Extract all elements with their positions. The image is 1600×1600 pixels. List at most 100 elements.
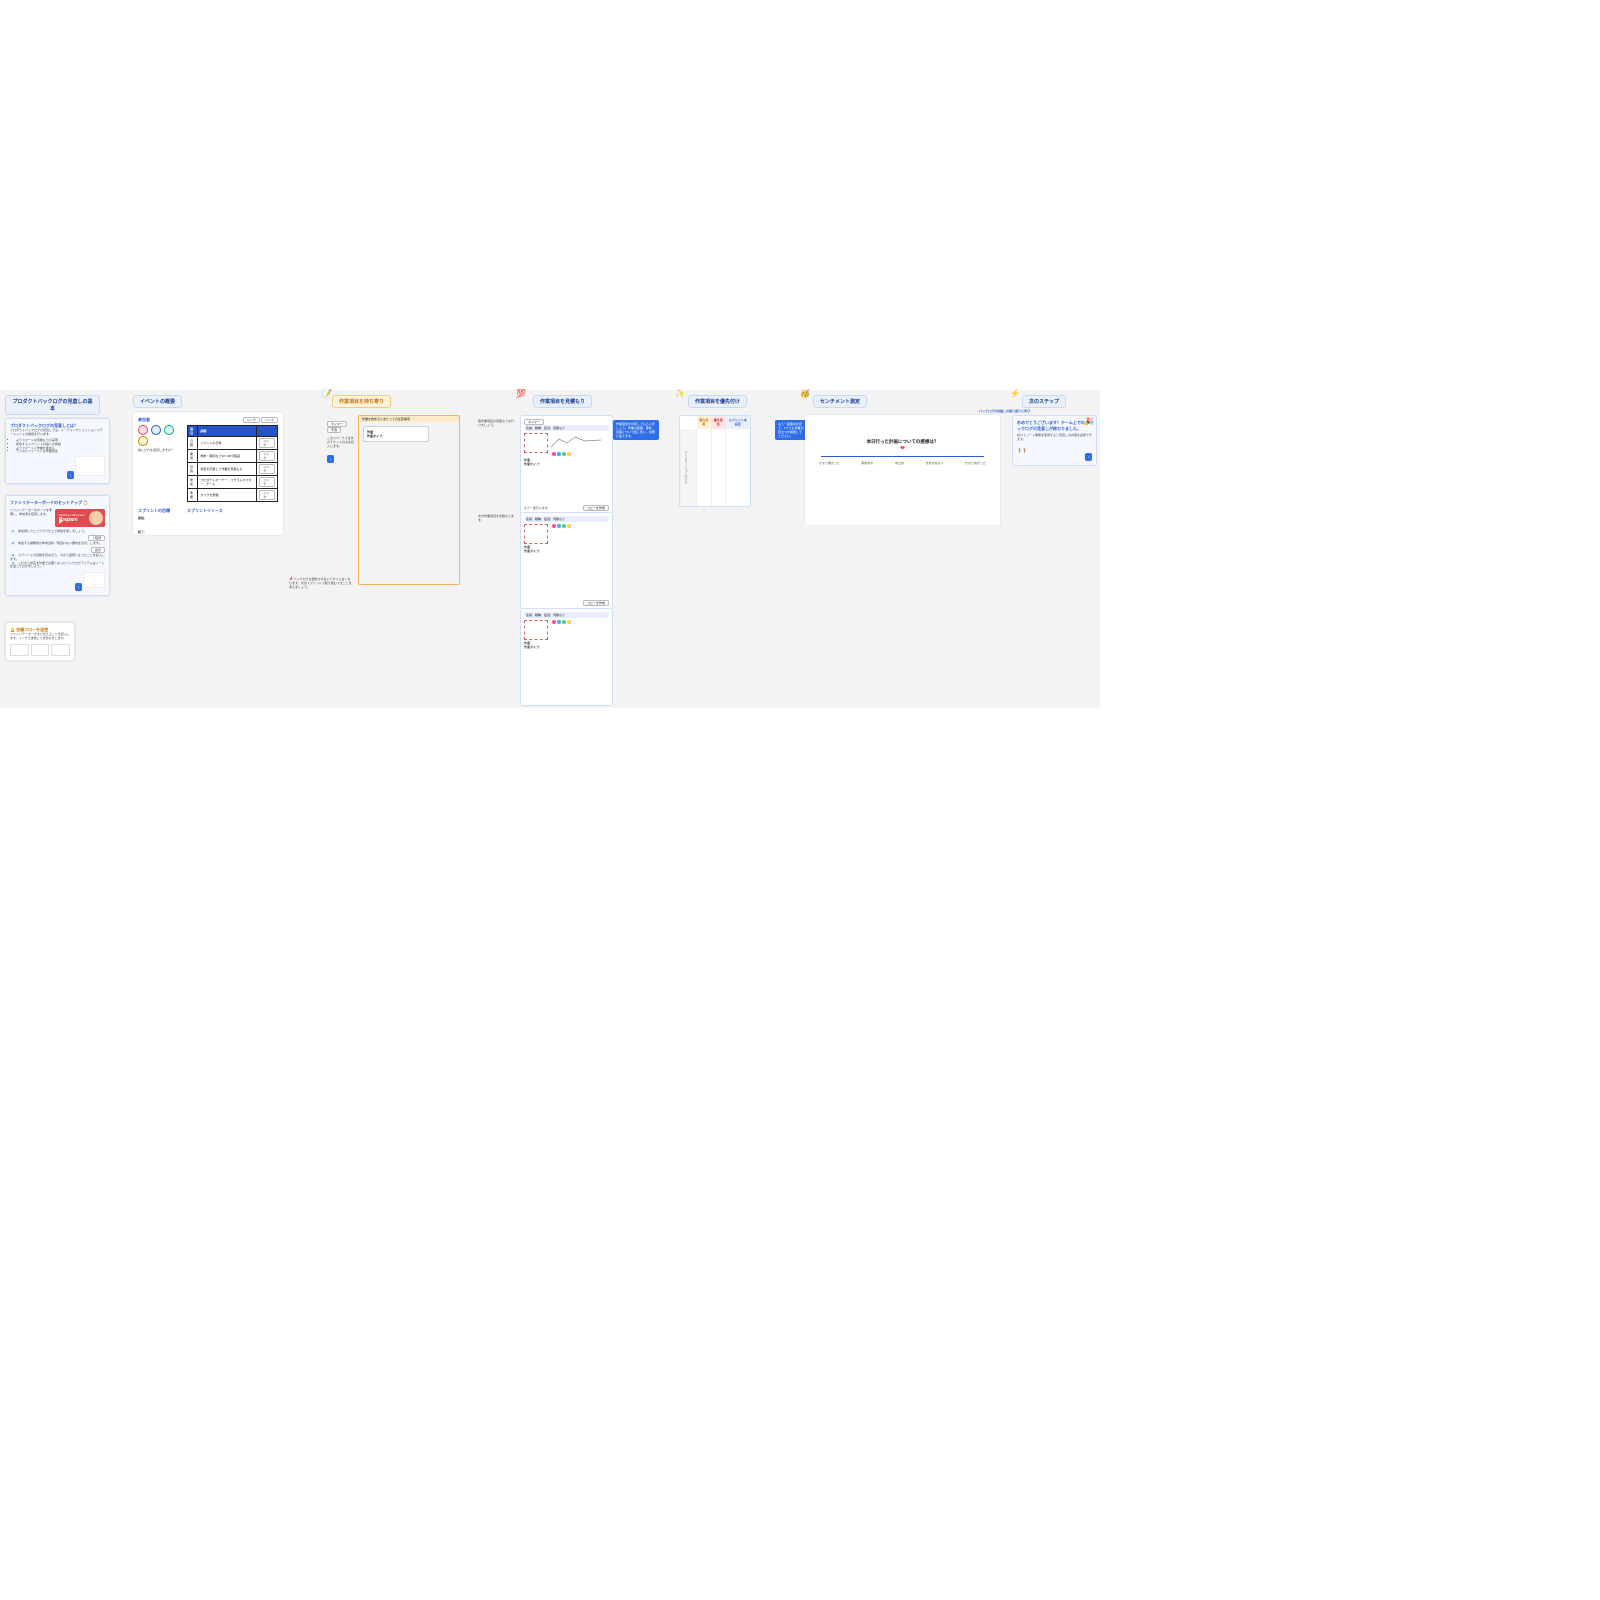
avatar-icon (89, 511, 103, 525)
link-button[interactable]: リンク (259, 490, 275, 500)
duplicate-button[interactable]: コピーを作成 (583, 505, 609, 511)
end-label: 終了： (138, 530, 147, 534)
thumb-icon (83, 572, 105, 588)
link-button[interactable]: リンク (259, 438, 275, 448)
pill-prioritize: 作業項目を優先付け (688, 395, 747, 408)
tip-icon: i (67, 471, 74, 479)
work-item-card[interactable]: 作業： 作業タイプ： (363, 426, 429, 442)
side-label: ディスカッションのメモ (682, 449, 690, 486)
sentiment-track[interactable] (821, 456, 984, 457)
step-1: 1参加者にウェブブラウザ上で参加を促しましょう。 (10, 530, 105, 534)
drop-high[interactable] (697, 429, 712, 506)
mini-thumbs (10, 644, 70, 656)
card-what-is-refinement: プロダクトバックログの見直しとは？ プロダクトバックログの見直しでは、ミーティン… (5, 418, 110, 484)
party-emoji-icon: 🥳 (800, 390, 810, 398)
mini-preview: i (10, 572, 105, 591)
hundred-emoji-icon: 💯 (516, 390, 526, 398)
label-type: 作業タイプ： (367, 434, 385, 438)
promo-text: ファシリテーターのボードを準備し、参加者を招待します。 (10, 509, 52, 527)
event-table: 項目詳細 日時イベントの日時リンク 期間端末・時間など30〜60分程度リンク 目… (187, 425, 278, 502)
drop-unset[interactable] (726, 429, 751, 506)
heart-icon[interactable]: ❤ (815, 445, 990, 452)
estimate-card-3[interactable]: 名前：職種：役割：見積もり 作業：作業タイプ： (520, 608, 613, 706)
participants-hint: 他にだれを招待しますか？ (138, 449, 183, 453)
section-next-header: 次のステップ (1022, 395, 1066, 408)
promo-row: ファシリテーターのボードを準備し、参加者を招待します。 Backlog refi… (10, 509, 105, 527)
vote-dots[interactable] (551, 620, 571, 640)
section-prioritize-header: 作業項目を優先付け (688, 395, 747, 408)
participants-title: 参加者 (138, 417, 183, 423)
predict-button[interactable]: 予測 (327, 427, 341, 433)
priority-panel[interactable]: 優先度高 優先度低 スプリント未設定 ディスカッションのメモ (679, 415, 751, 507)
work-tile[interactable] (524, 524, 548, 544)
timer-button[interactable]: タイマー (524, 419, 544, 425)
goal-title: スプリントの目標 (138, 508, 183, 514)
estimate-header: 名前：職種：役割：見積もり (524, 425, 609, 431)
pill-sentiment: センチメント測定 (813, 395, 867, 408)
tada-emoji-icon: 🎉 (1084, 418, 1094, 426)
th: 項目 (188, 426, 198, 437)
duplicate-button[interactable]: コピーを作成 (583, 600, 609, 606)
estimate-header: 名前：職種：役割：見積もり (524, 612, 609, 618)
link-button-2[interactable]: リンク (261, 417, 278, 423)
tip-prioritize: もう一度優先を見て、1つでも作業が目立つか確認してください。 (775, 420, 807, 440)
tip-icon: i (75, 583, 82, 591)
illustration-small: i (10, 456, 105, 479)
col-high: 優先度高 (697, 416, 712, 429)
col-low: 優先度低 (711, 416, 726, 429)
next-title: おめでとうございます！テーム上でのバックログの見直しが終わりました。 (1017, 420, 1092, 432)
estimate-header: 名前：職種：役割：見積もり (524, 516, 609, 522)
estimate-card-1[interactable]: タイマー 名前：職種：役割：見積もり 作業：作業タイプ： もう一度行います コピ… (520, 415, 613, 515)
thumb-icon (75, 456, 105, 476)
sentiment-panel: 本日行った計画についての感想は？ ❤ かなり悪かった 期待外れ 中立的 まあまあ… (805, 415, 1000, 525)
bullet: デジタルファーストな作業環境 (16, 450, 105, 454)
tip-estimate: 作業項目を共有してもらいましょう。作業の範囲、要件、目標について話し合い、質問に… (613, 420, 659, 440)
section-estimate-header: 作業項目を見積もり (533, 395, 592, 408)
thumb (51, 644, 70, 656)
step-4: 4これから見直す作業で必要となったバックログアイテムはノートを貼っておきましょう… (10, 562, 105, 570)
sentiment-caption: バックログの見直しの振り返りと学び (979, 410, 1030, 414)
thumb (31, 644, 50, 656)
memo-emoji-icon: 📝 (322, 390, 332, 398)
pill-next: 次のステップ (1022, 395, 1066, 408)
section-basics-header: プロダクトバックログの見直しの基本 (5, 395, 100, 415)
link-button[interactable]: リンク (259, 451, 275, 461)
sparkle-emoji-icon: ✨ (675, 390, 685, 398)
promo-tile: Backlog refinement Prepare (55, 509, 105, 527)
side-controls: タイマー 予測 このスペースでは次のチケットのみを記入します。 i (327, 421, 355, 463)
bullet-list: よりスマートな見積もりの実現 成功するスプリント計画への貢献 よりスマートに作業… (10, 439, 105, 455)
link-button[interactable]: リンク (259, 477, 275, 487)
card-body: ファシリテーターがまだ伝えることを記入します。リンクで送信してお知らせします。 (10, 633, 70, 641)
memo-icon: 📋 (83, 500, 88, 505)
whiteboard-canvas[interactable]: プロダクトバックログの見直しの基本 プロダクトバックログの見直しとは？ プロダク… (0, 390, 1100, 708)
card-body: プロダクトバックログの見直しでは、ミーティングとミッションステートメントの確認を… (10, 429, 105, 437)
estimate-note-2: 次の作業項目を見積もります。 (478, 515, 516, 523)
card-title: ファシリテーターボードのセットアップ 📋 (10, 500, 105, 506)
step-2: 2参加する被験者の参考資料「間違わない要約を表示」します。 (10, 542, 105, 546)
tip-icon: i (327, 455, 334, 463)
vote-dots[interactable] (551, 452, 571, 457)
sentiment-scale: かなり悪かった 期待外れ 中立的 まあまあよい かなり良かった (819, 461, 986, 465)
resources-title: スプリントリソース (187, 508, 278, 514)
pill-event: イベントの概要 (133, 395, 182, 408)
repeat-note: もう一度行います (524, 507, 548, 511)
pill-estimate: 作業項目を見積もり (533, 395, 592, 408)
card-event-overview: 参加者 他にだれを招待しますか？ リンク リンク 項目詳細 日時イベントの日時リ… (133, 412, 283, 535)
card-facilitator-setup: ファシリテーターボードのセットアップ 📋 ファシリテーターのボードを準備し、参加… (5, 495, 110, 596)
work-tile[interactable] (524, 620, 548, 640)
drop-low[interactable] (711, 429, 726, 506)
link-button[interactable]: リンク (243, 417, 260, 423)
section-gather-header: 作業項目を持ち寄り (332, 395, 391, 408)
next-body: 続けてノート機能を使用すると見直しの内容を記録できます。 (1017, 434, 1092, 442)
work-tile[interactable] (524, 433, 548, 453)
estimate-card-2[interactable]: 名前：職種：役割：見積もり 作業：作業タイプ： コピーを作成 (520, 512, 613, 610)
sparkline-icon (551, 433, 601, 451)
footer-note: 📌 バックログは更新されないとすぐに古くなります。次のスプリントで取り組むべきこ… (289, 578, 353, 590)
th: 詳細 (198, 426, 257, 437)
start-label: 開始： (138, 516, 147, 520)
link-button[interactable]: リンク (259, 464, 275, 474)
gather-area[interactable]: タイマー 予測 このスペースでは次のチケットのみを記入します。 i 作業を始める… (358, 415, 460, 585)
vote-dots[interactable] (551, 524, 571, 544)
pill-basics: プロダクトバックログの見直しの基本 (5, 395, 100, 415)
pill-gather: 作業項目を持ち寄り (332, 395, 391, 408)
